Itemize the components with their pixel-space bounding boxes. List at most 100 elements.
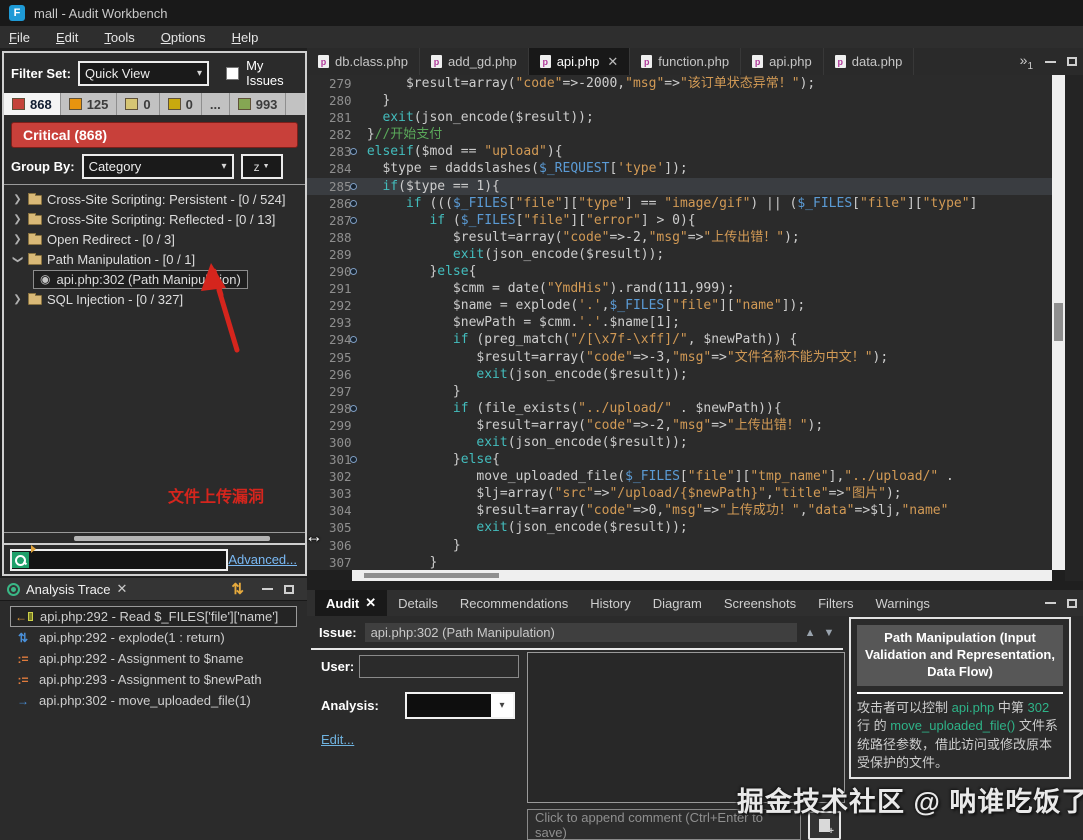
tab-diagram[interactable]: Diagram <box>642 590 713 616</box>
maximize-icon[interactable] <box>1067 598 1077 608</box>
code-line[interactable]: 306 } <box>307 537 1052 554</box>
chevron-icon[interactable]: ❯ <box>12 254 23 265</box>
trace-step[interactable]: ← api.php:292 - Read $_FILES['file']['nam… <box>10 606 297 627</box>
previous-issue-icon[interactable]: ▲ <box>805 627 816 639</box>
tree-issue-row[interactable]: ◉ api.php:302 (Path Manipulation) <box>4 269 305 289</box>
tab-overflow-indicator[interactable]: »1 <box>1020 52 1033 72</box>
code-line[interactable]: 298 if (file_exists("../upload/" . $newP… <box>307 400 1052 417</box>
maximize-icon[interactable] <box>1067 57 1077 66</box>
tab-history[interactable]: History <box>579 590 641 616</box>
minimize-icon[interactable] <box>1045 602 1056 604</box>
code-line[interactable]: 301 }else{ <box>307 451 1052 468</box>
tree-folder-row[interactable]: ❯ Cross-Site Scripting: Reflected - [0 / … <box>4 209 305 229</box>
editor-horizontal-scrollbar[interactable] <box>352 570 1052 581</box>
code-line[interactable]: 293 $newPath = $cmm.'.'.$name[1]; <box>307 314 1052 331</box>
severity-count-tab[interactable]: 125 <box>61 93 118 115</box>
editor-tab-data.php[interactable]: p data.php <box>824 48 915 75</box>
analysis-dropdown[interactable]: ▾ <box>405 692 515 719</box>
trace-step[interactable]: := api.php:292 - Assignment to $name <box>10 648 297 669</box>
severity-count-tab[interactable]: 0 <box>117 93 160 115</box>
menu-item-tools[interactable]: Tools <box>104 30 134 45</box>
chevron-icon[interactable]: ❯ <box>12 234 23 245</box>
advanced-link[interactable]: Advanced... <box>228 552 297 567</box>
code-line[interactable]: 307 } <box>307 554 1052 570</box>
code-line[interactable]: 279 $result=array("code"=>-2000,"msg"=>"… <box>307 75 1052 92</box>
tab-details[interactable]: Details <box>387 590 449 616</box>
search-input[interactable] <box>10 544 229 571</box>
sort-button[interactable]: z ▼ <box>240 154 283 179</box>
tree-horizontal-scrollbar[interactable] <box>4 532 305 543</box>
maximize-icon[interactable] <box>284 584 294 594</box>
filter-set-dropdown[interactable]: Quick View ▾ <box>77 60 210 86</box>
severity-count-tab[interactable]: 0 <box>160 93 202 115</box>
code-line[interactable]: 285 if($type == 1){ <box>307 177 1052 195</box>
code-line[interactable]: 300 exit(json_encode($result)); <box>307 434 1052 451</box>
menu-item-help[interactable]: Help <box>232 30 259 45</box>
scrollbar-thumb[interactable] <box>74 536 270 541</box>
minimize-icon[interactable] <box>262 588 273 590</box>
close-icon[interactable]: ✕ <box>607 54 618 70</box>
tree-folder-row[interactable]: ❯ Open Redirect - [0 / 3] <box>4 229 305 249</box>
trace-step[interactable]: → api.php:302 - move_uploaded_file(1) <box>10 690 297 711</box>
tab-filters[interactable]: Filters <box>807 590 864 616</box>
tab-warnings[interactable]: Warnings <box>865 590 941 616</box>
edit-link[interactable]: Edit... <box>321 732 354 747</box>
chevron-icon[interactable]: ❯ <box>12 294 23 305</box>
tab-recommendations[interactable]: Recommendations <box>449 590 579 616</box>
code-line[interactable]: 304 $result=array("code"=>0,"msg"=>"上传成功… <box>307 502 1052 519</box>
editor-tab-api.php[interactable]: p api.php <box>741 48 824 75</box>
selected-issue[interactable]: ◉ api.php:302 (Path Manipulation) <box>33 269 248 289</box>
severity-count-tab[interactable]: 993 <box>230 93 287 115</box>
close-icon[interactable]: ✕ <box>117 581 128 597</box>
code-line[interactable]: 296 exit(json_encode($result)); <box>307 366 1052 383</box>
code-line[interactable]: 305 exit(json_encode($result)); <box>307 519 1052 536</box>
group-by-dropdown[interactable]: Category ▾ <box>81 154 234 179</box>
code-line[interactable]: 286 if ((($_FILES["file"]["type"] == "im… <box>307 195 1052 212</box>
severity-count-tab[interactable]: ... <box>202 93 230 115</box>
code-line[interactable]: 299 $result=array("code"=>-2,"msg"=>"上传出… <box>307 417 1052 434</box>
tree-folder-row[interactable]: ❯ SQL Injection - [0 / 327] <box>4 289 305 309</box>
code-line[interactable]: 291 $cmm = date("YmdHis").rand(111,999); <box>307 280 1052 297</box>
search-icon[interactable] <box>12 551 29 568</box>
code-line[interactable]: 295 $result=array("code"=>-3,"msg"=>"文件名… <box>307 349 1052 366</box>
menu-item-options[interactable]: Options <box>161 30 206 45</box>
code-line[interactable]: 302 move_uploaded_file($_FILES["file"]["… <box>307 468 1052 485</box>
close-icon[interactable]: ✕ <box>365 595 376 611</box>
my-issues-checkbox[interactable] <box>226 66 240 80</box>
code-line[interactable]: 290 }else{ <box>307 263 1052 280</box>
menu-item-edit[interactable]: Edit <box>56 30 78 45</box>
code-line[interactable]: 303 $lj=array("src"=>"/upload/{$newPath}… <box>307 485 1052 502</box>
next-issue-icon[interactable]: ▼ <box>823 627 834 639</box>
swap-arrows-icon[interactable]: ⇅ <box>231 580 244 598</box>
code-editor[interactable]: 279 $result=array("code"=>-2000,"msg"=>"… <box>307 75 1052 570</box>
code-line[interactable]: 289 exit(json_encode($result)); <box>307 246 1052 263</box>
menu-item-file[interactable]: File <box>9 30 30 45</box>
code-line[interactable]: 280 } <box>307 92 1052 109</box>
editor-tab-api.php[interactable]: p api.php ✕ <box>528 48 631 75</box>
code-line[interactable]: 292 $name = explode('.',$_FILES["file"][… <box>307 297 1052 314</box>
chevron-icon[interactable]: ❯ <box>12 214 23 225</box>
scrollbar-thumb[interactable] <box>1054 303 1063 341</box>
code-line[interactable]: 288 $result=array("code"=>-2,"msg"=>"上传出… <box>307 229 1052 246</box>
code-line[interactable]: 287 if ($_FILES["file"]["error"] > 0){ <box>307 212 1052 229</box>
user-input[interactable] <box>359 655 519 678</box>
scrollbar-thumb[interactable] <box>364 573 499 578</box>
code-line[interactable]: 282 }//开始支付 <box>307 126 1052 143</box>
chevron-icon[interactable]: ❯ <box>12 194 23 205</box>
code-line[interactable]: 284 $type = daddslashes($_REQUEST['type'… <box>307 160 1052 177</box>
trace-step[interactable]: := api.php:293 - Assignment to $newPath <box>10 669 297 690</box>
code-line[interactable]: 281 exit(json_encode($result)); <box>307 109 1052 126</box>
tab-screenshots[interactable]: Screenshots <box>713 590 807 616</box>
tree-folder-row[interactable]: ❯ Cross-Site Scripting: Persistent - [0 /… <box>4 189 305 209</box>
minimize-icon[interactable] <box>1045 60 1056 63</box>
trace-step[interactable]: ⇅ api.php:292 - explode(1 : return) <box>10 627 297 648</box>
code-line[interactable]: 294 if (preg_match("/[\x7f-\xff]/", $new… <box>307 331 1052 348</box>
tab-audit[interactable]: Audit ✕ <box>315 590 388 616</box>
editor-tab-db.class.php[interactable]: p db.class.php <box>307 48 420 75</box>
editor-tab-add_gd.php[interactable]: p add_gd.php <box>420 48 529 75</box>
code-line[interactable]: 297 } <box>307 383 1052 400</box>
tree-folder-row[interactable]: ❯ Path Manipulation - [0 / 1] <box>4 249 305 269</box>
editor-tab-function.php[interactable]: p function.php <box>630 48 742 75</box>
critical-banner[interactable]: Critical (868) <box>11 122 298 148</box>
editor-vertical-scrollbar[interactable] <box>1052 75 1065 570</box>
